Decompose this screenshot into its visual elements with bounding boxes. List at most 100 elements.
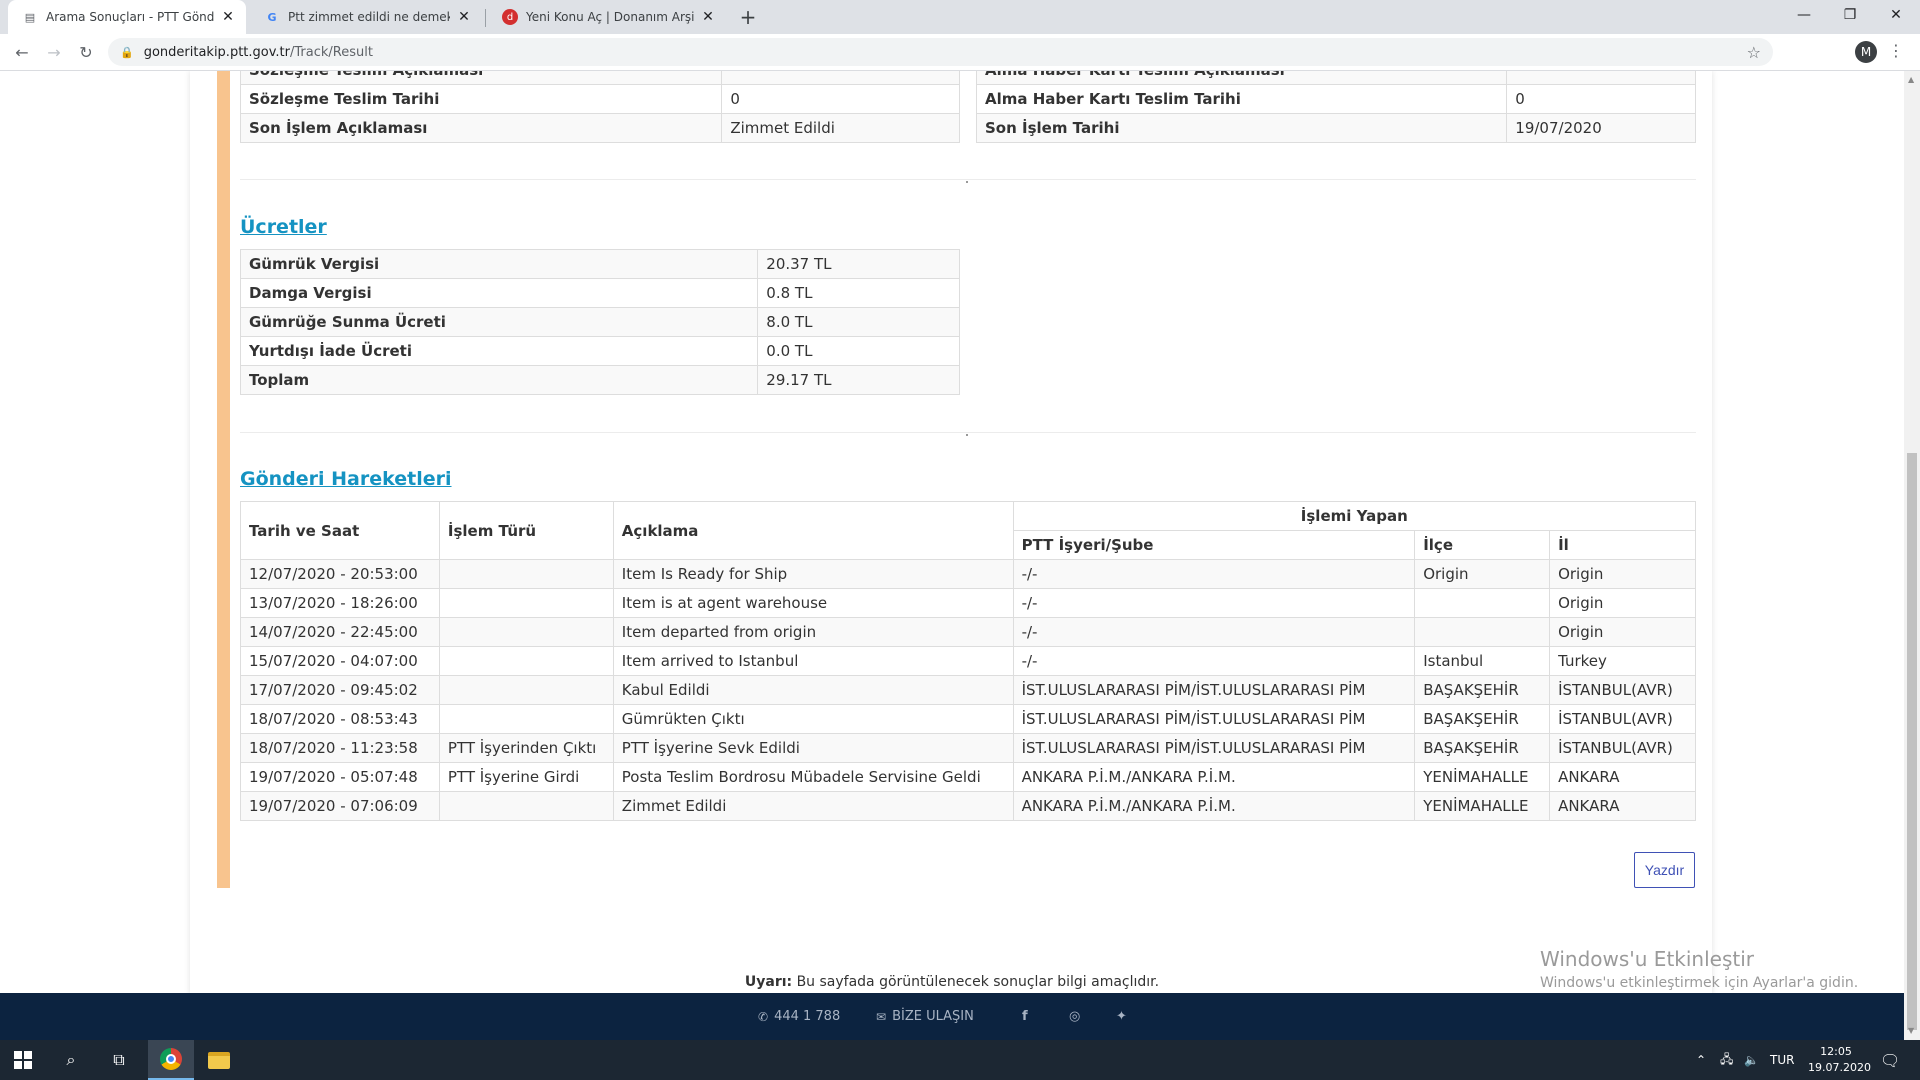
header-description: Açıklama [612, 501, 1014, 560]
tab-ptt-results[interactable]: ▤ Arama Sonuçları - PTT Gönderi Ta ✕ [8, 0, 246, 34]
notification-icon[interactable]: 🗨 [1880, 1040, 1900, 1080]
address-bar[interactable]: 🔒 gonderitakip.ptt.gov.tr/Track/Result ☆ [108, 38, 1773, 66]
cell-city: İSTANBUL(AVR) [1549, 733, 1696, 763]
tab-title: Ptt zimmet edildi ne demek - Goo [288, 10, 450, 24]
movements-section-title[interactable]: Gönderi Hareketleri [240, 468, 452, 490]
tab-google-search[interactable]: G Ptt zimmet edildi ne demek - Goo ✕ [250, 0, 482, 34]
fee-value: 20.37 TL [757, 249, 960, 279]
fees-section-title[interactable]: Ücretler [240, 216, 327, 238]
cell-branch: -/- [1012, 588, 1416, 618]
cell-district: BAŞAKŞEHİR [1414, 733, 1551, 763]
search-icon[interactable]: ⌕ [48, 1040, 94, 1080]
twitter-icon[interactable]: ✦ [1116, 1009, 1127, 1024]
cell-type [438, 675, 614, 705]
cell-date: 14/07/2020 - 22:45:00 [240, 617, 440, 647]
fee-label: Gümrüğe Sunma Ücreti [239, 307, 759, 337]
fee-value: 0.0 TL [757, 336, 960, 366]
url-path: /Track/Result [290, 44, 373, 60]
cell-value: 19/07/2020 [1506, 113, 1696, 143]
footer-phone[interactable]: ✆ 444 1 788 [758, 1009, 840, 1024]
fee-value: 8.0 TL [757, 307, 960, 337]
cell-description: Item is at agent warehouse [612, 588, 1014, 618]
cell-city: İSTANBUL(AVR) [1549, 675, 1696, 705]
cell-date: 13/07/2020 - 18:26:00 [240, 588, 440, 618]
bookmark-star-icon[interactable]: ☆ [1747, 43, 1761, 62]
notice-strong: Uyarı: [744, 974, 793, 990]
table-row: 12/07/2020 - 20:53:00 Item Is Ready for … [240, 559, 1696, 589]
divider-dot [966, 181, 968, 183]
details-table-right: Alma Haber Kartı Teslim Açıklaması Alma … [975, 71, 1696, 143]
cell-date: 17/07/2020 - 09:45:02 [240, 675, 440, 705]
close-icon[interactable]: ✕ [220, 9, 236, 25]
print-button[interactable]: Yazdır [1634, 852, 1695, 888]
new-tab-plus-icon[interactable]: + [737, 5, 759, 29]
cell-branch: İST.ULUSLARARASI PİM/İST.ULUSLARARASI Pİ… [1012, 704, 1416, 734]
table-row: Alma Haber Kartı Teslim Açıklaması [975, 71, 1696, 85]
windows-taskbar: ⌕ ⧉ ⌃ 🖧 🔈 TUR 12:05 19.07.2020 🗨 [0, 1040, 1920, 1080]
fee-value: 29.17 TL [757, 365, 960, 395]
cell-value: 0 [1506, 84, 1696, 114]
cell-description: Item departed from origin [612, 617, 1014, 647]
facebook-icon[interactable]: f [1022, 1009, 1028, 1024]
page-viewport: Sözleşme Teslim Açıklaması Sözleşme Tesl… [0, 71, 1904, 1040]
cell-branch: ANKARA P.İ.M./ANKARA P.İ.M. [1012, 791, 1416, 821]
table-row: Sözleşme Teslim Açıklaması [239, 71, 960, 85]
back-arrow-icon[interactable]: ← [10, 40, 34, 64]
scroll-down-arrow-icon[interactable]: ▼ [1908, 1026, 1914, 1035]
scrollbar-thumb[interactable] [1907, 453, 1917, 1030]
profile-avatar[interactable]: M [1855, 41, 1877, 63]
details-table-left: Sözleşme Teslim Açıklaması Sözleşme Tesl… [239, 71, 960, 143]
close-icon[interactable]: ✕ [456, 9, 472, 25]
divider-dot [966, 434, 968, 436]
tray-chevron-icon[interactable]: ⌃ [1696, 1040, 1706, 1080]
cell-district: Istanbul [1414, 646, 1551, 676]
clock-date: 19.07.2020 [1808, 1061, 1871, 1074]
taskbar-clock[interactable]: 12:05 19.07.2020 [1808, 1044, 1871, 1076]
restore-icon[interactable]: ❐ [1827, 0, 1873, 30]
cell-district [1414, 588, 1551, 618]
footer-contact[interactable]: ✉ BİZE ULAŞIN [876, 1009, 974, 1024]
cell-city: Origin [1549, 588, 1696, 618]
table-row: Yurtdışı İade Ücreti 0.0 TL [239, 336, 960, 366]
network-icon[interactable]: 🖧 [1720, 1040, 1733, 1080]
close-icon[interactable]: ✕ [700, 9, 716, 25]
fee-value: 0.8 TL [757, 278, 960, 308]
chrome-taskbar-icon[interactable] [148, 1040, 194, 1080]
volume-icon[interactable]: 🔈 [1744, 1040, 1759, 1080]
more-menu-icon[interactable]: ⋮ [1888, 41, 1904, 60]
cell-description: Zimmet Edildi [612, 791, 1014, 821]
cell-label: Sözleşme Teslim Tarihi [239, 84, 723, 114]
cell-description: Item Is Ready for Ship [612, 559, 1014, 589]
cell-value: Zimmet Edildi [721, 113, 960, 143]
table-row: Gümrüğe Sunma Ücreti 8.0 TL [239, 307, 960, 337]
page-scrollbar[interactable]: ▲ ▼ [1904, 71, 1920, 1040]
cell-type [438, 617, 614, 647]
instagram-icon[interactable]: ◎ [1069, 1009, 1080, 1024]
table-row: Son İşlem Tarihi 19/07/2020 [975, 113, 1696, 143]
tab-donanim-arsivi[interactable]: d Yeni Konu Aç | Donanım Arşivi Fo ✕ [488, 0, 726, 34]
window-close-icon[interactable]: ✕ [1873, 0, 1919, 30]
browser-toolbar: ← → ↻ 🔒 gonderitakip.ptt.gov.tr/Track/Re… [0, 34, 1920, 71]
cell-district: YENİMAHALLE [1414, 762, 1551, 792]
input-language[interactable]: TUR [1770, 1040, 1794, 1080]
cell-value: 0 [721, 84, 960, 114]
table-row: Alma Haber Kartı Teslim Tarihi 0 [975, 84, 1696, 114]
cell-date: 12/07/2020 - 20:53:00 [240, 559, 440, 589]
reload-icon[interactable]: ↻ [74, 40, 98, 64]
forward-arrow-icon[interactable]: → [42, 40, 66, 64]
task-view-icon[interactable]: ⧉ [96, 1040, 142, 1080]
fee-label: Toplam [239, 365, 759, 395]
cell-date: 19/07/2020 - 07:06:09 [240, 791, 440, 821]
cell-description: Kabul Edildi [612, 675, 1014, 705]
notice-text: Bu sayfada görüntülenecek sonuçlar bilgi… [792, 974, 1160, 990]
windows-start-icon[interactable] [0, 1040, 46, 1080]
fee-label: Yurtdışı İade Ücreti [239, 336, 759, 366]
scroll-up-arrow-icon[interactable]: ▲ [1908, 75, 1914, 84]
cell-type [438, 559, 614, 589]
table-row: 13/07/2020 - 18:26:00 Item is at agent w… [240, 588, 1696, 618]
file-explorer-icon[interactable] [196, 1040, 242, 1080]
cell-label: Son İşlem Tarihi [975, 113, 1508, 143]
minimize-icon[interactable]: — [1781, 0, 1827, 30]
movements-table: Tarih ve Saat İşlem Türü Açıklama İşlemi… [240, 501, 1697, 821]
cell-branch: -/- [1012, 617, 1416, 647]
